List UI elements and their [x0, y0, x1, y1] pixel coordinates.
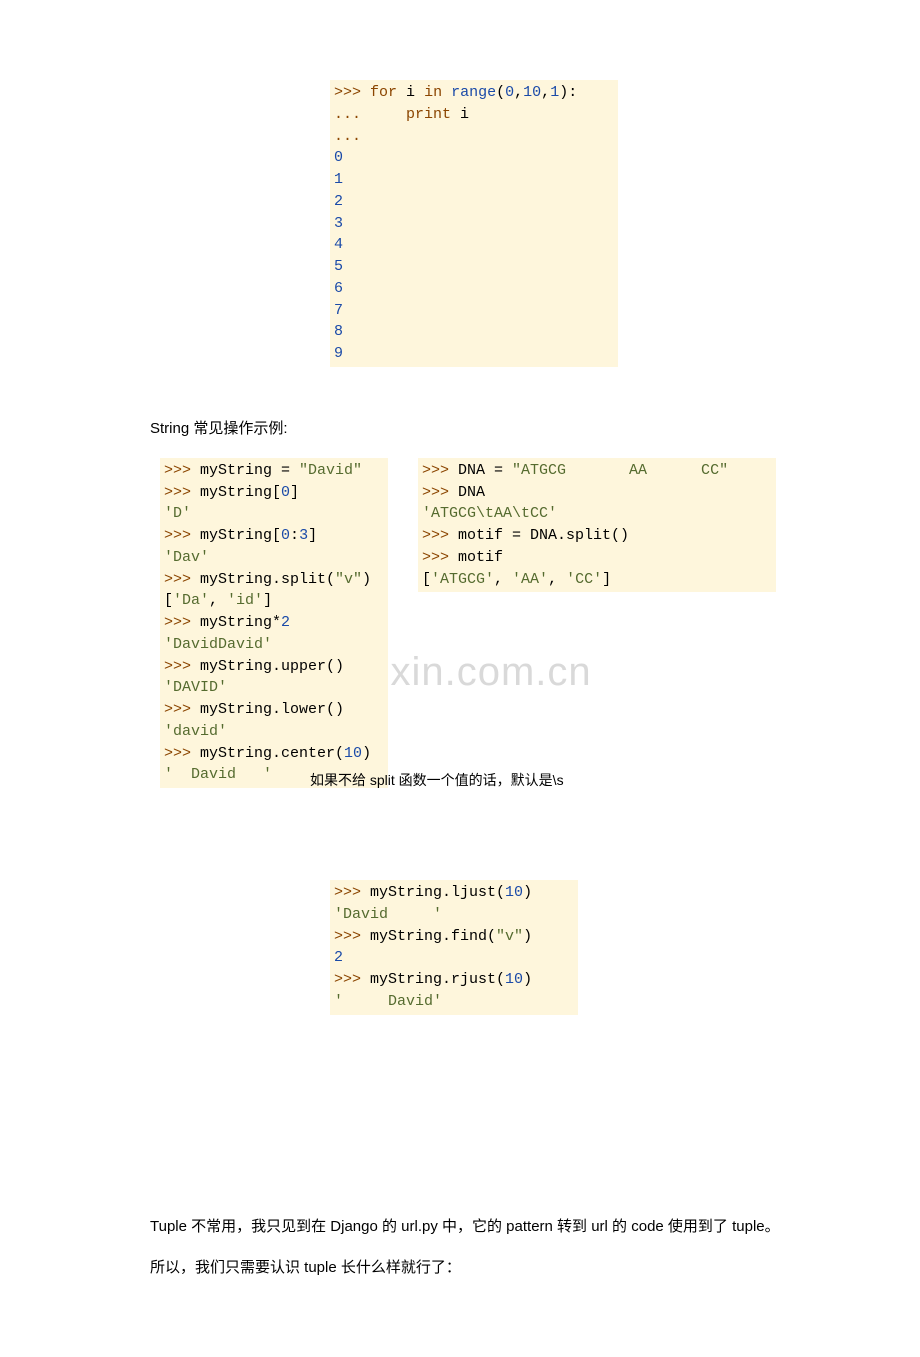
- paragraph-tuple-1: Tuple 不常用，我只见到在 Django 的 url.py 中，它的 pat…: [150, 1215, 830, 1236]
- note-split-default: 如果不给 split 函数一个值的话，默认是\s: [310, 770, 830, 790]
- code-block-string-right: >>> DNA = "ATGCG AA CC" >>> DNA 'ATGCG\t…: [418, 458, 776, 593]
- code-block-for-loop: >>> for i in range(0,10,1): ... print i …: [330, 80, 618, 367]
- paragraph-string-ops: String 常见操作示例:: [150, 417, 830, 438]
- code-block-ljust-rjust: >>> myString.ljust(10) 'David ' >>> mySt…: [330, 880, 578, 1015]
- paragraph-tuple-2: 所以，我们只需要认识 tuple 长什么样就行了：: [150, 1256, 830, 1277]
- code-block-string-left: >>> myString = "David" >>> myString[0] '…: [160, 458, 388, 788]
